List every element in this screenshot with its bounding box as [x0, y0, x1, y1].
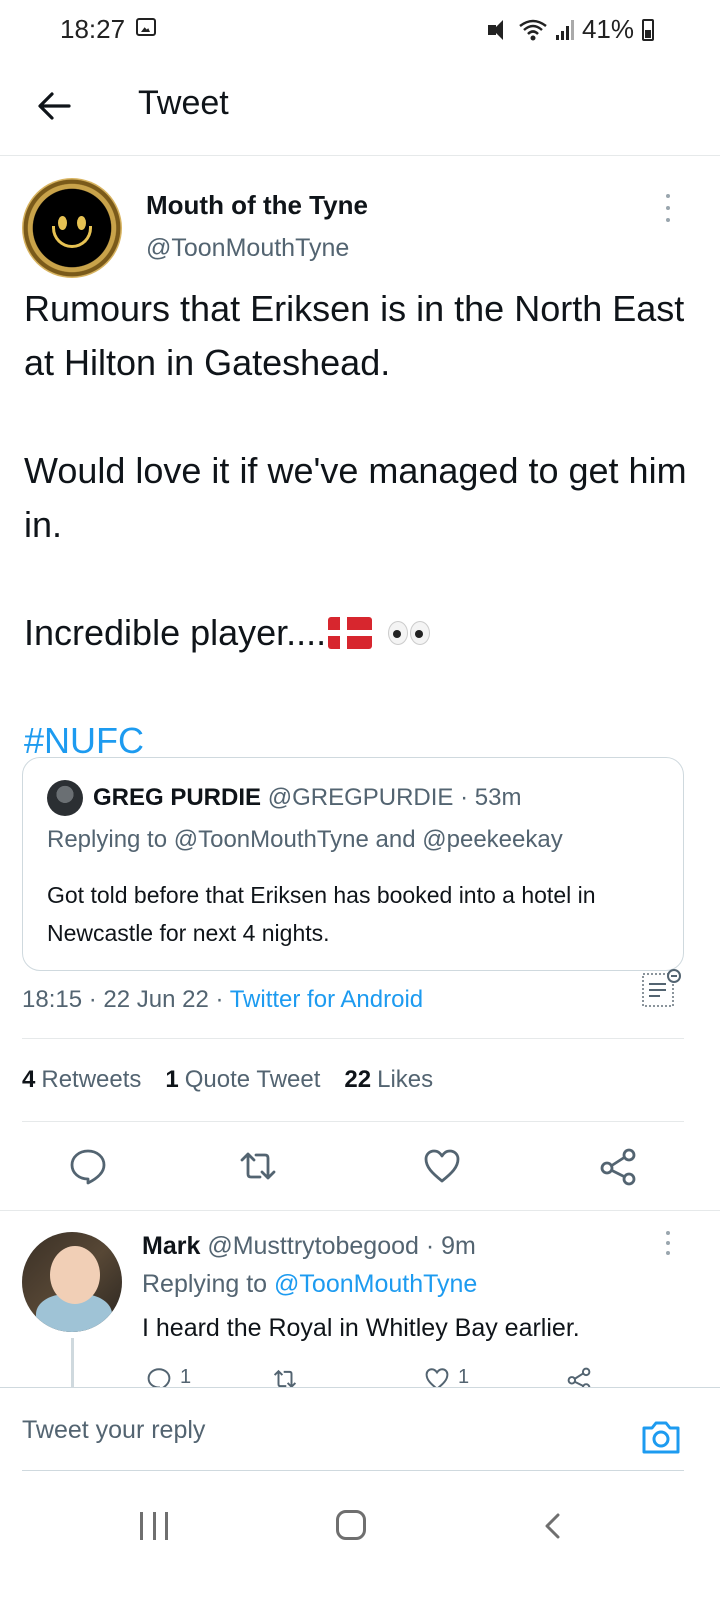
retweets-count: 4	[22, 1066, 36, 1093]
retweets-label: Retweets	[41, 1066, 142, 1093]
status-right: 41%	[487, 14, 654, 45]
tweet-actions	[22, 1122, 684, 1210]
tweet-timestamp: 18:15 · 22 Jun 22 · Twitter for Android	[22, 986, 423, 1014]
thread-line	[71, 1338, 74, 1388]
reply-more-options-button[interactable]	[656, 1228, 680, 1258]
quoted-replying-to: Replying to @ToonMouthTyne and @peekeeka…	[47, 826, 563, 853]
reply-icon[interactable]	[68, 1146, 108, 1186]
tweet-text-line2: Would love it if we've managed to get hi…	[24, 450, 687, 545]
quote-tweets-stat[interactable]: 1 Quote Tweet	[165, 1066, 320, 1094]
divider	[0, 1210, 720, 1211]
recent-apps-button[interactable]	[140, 1512, 168, 1542]
reply-actions: 1 1	[142, 1362, 612, 1388]
quotes-count: 1	[165, 1066, 179, 1093]
notes-icon[interactable]	[640, 968, 682, 1010]
reply-reply-button[interactable]: 1	[146, 1366, 191, 1388]
reply-handle-time: @Musttrytobegood · 9m	[207, 1232, 476, 1260]
retweets-stat[interactable]: 4 Retweets	[22, 1066, 141, 1094]
denmark-flag-icon	[328, 617, 373, 649]
signal-icon	[555, 19, 574, 40]
likes-stat[interactable]: 22 Likes	[344, 1066, 433, 1094]
wifi-icon	[519, 19, 547, 40]
reply-composer	[0, 1387, 720, 1472]
battery-percent: 41%	[581, 14, 634, 44]
like-count: 1	[458, 1366, 470, 1388]
more-dots-icon	[666, 1231, 670, 1235]
source-link[interactable]: Twitter for Android	[230, 986, 423, 1013]
replying-to-link[interactable]: @ToonMouthTyne	[274, 1270, 477, 1298]
quoted-handle-time: @GREGPURDIE · 53m	[267, 784, 522, 811]
reply-count: 1	[180, 1366, 192, 1388]
replying-prefix: Replying to	[142, 1270, 275, 1298]
share-icon[interactable]	[598, 1146, 638, 1186]
quoted-name: GREG PURDIE	[93, 784, 262, 811]
author-name[interactable]: Mouth of the Tyne	[146, 190, 368, 221]
reply-share-button[interactable]	[566, 1366, 592, 1388]
like-heart-icon[interactable]	[422, 1146, 462, 1186]
eyes-emoji-icon	[386, 619, 434, 647]
status-time: 18:27	[60, 14, 126, 44]
retweet-icon[interactable]	[238, 1146, 278, 1186]
retweet-icon	[273, 1369, 297, 1388]
composer-underline	[22, 1470, 684, 1471]
reply-header: Mark @Musttrytobegood · 9m	[142, 1232, 476, 1261]
author-handle[interactable]: @ToonMouthTyne	[146, 234, 349, 263]
arrow-left-icon	[38, 92, 71, 120]
tweet-text-line3: Incredible player....	[24, 606, 704, 660]
hashtag-link[interactable]: #NUFC	[24, 720, 144, 761]
likes-label: Likes	[377, 1066, 434, 1093]
tweet-text-line1: Rumours that Eriksen is in the North Eas…	[24, 288, 685, 383]
recent-apps-icon	[140, 1512, 143, 1540]
reply-icon	[147, 1368, 171, 1388]
home-button[interactable]	[336, 1510, 366, 1540]
status-bar: 18:27 41%	[0, 0, 720, 56]
author-avatar[interactable]	[22, 178, 122, 278]
page-title: Tweet	[138, 84, 229, 122]
reply-input[interactable]	[22, 1388, 622, 1472]
reply-retweet-button[interactable]	[272, 1366, 298, 1388]
more-options-button[interactable]	[656, 190, 680, 226]
tweet-text-line3-text: Incredible player....	[24, 612, 327, 653]
mute-icon	[487, 19, 510, 40]
quoted-avatar	[47, 780, 83, 816]
reply-like-button[interactable]: 1	[424, 1366, 469, 1388]
tweet-body: Rumours that Eriksen is in the North Eas…	[24, 282, 704, 768]
back-button[interactable]	[30, 82, 78, 130]
system-nav-bar	[0, 1472, 720, 1600]
reply-avatar[interactable]	[22, 1232, 122, 1332]
likes-count: 22	[344, 1066, 372, 1093]
more-dots-icon	[666, 194, 670, 198]
quoted-tweet[interactable]: GREG PURDIE @GREGPURDIE · 53m Replying t…	[22, 757, 684, 971]
app-header: Tweet	[0, 56, 720, 156]
reply-replying-to: Replying to @ToonMouthTyne	[142, 1270, 477, 1299]
image-icon	[136, 18, 156, 36]
reply-text: I heard the Royal in Whitley Bay earlier…	[142, 1314, 580, 1342]
quoted-header: GREG PURDIE @GREGPURDIE · 53m	[93, 784, 521, 812]
smiley-logo	[34, 190, 110, 266]
camera-icon[interactable]	[640, 1416, 682, 1458]
quotes-label: Quote Tweet	[184, 1066, 321, 1093]
quoted-text: Got told before that Eriksen has booked …	[47, 882, 596, 946]
tweet-stats: 4 Retweets 1 Quote Tweet 22 Likes	[22, 1038, 684, 1122]
share-icon	[567, 1367, 591, 1388]
reply-author-name[interactable]: Mark	[142, 1232, 200, 1260]
nav-back-icon[interactable]	[540, 1512, 566, 1540]
timestamp-text: 18:15 · 22 Jun 22 ·	[22, 986, 230, 1013]
battery-icon	[642, 18, 654, 41]
like-heart-icon	[425, 1368, 449, 1388]
